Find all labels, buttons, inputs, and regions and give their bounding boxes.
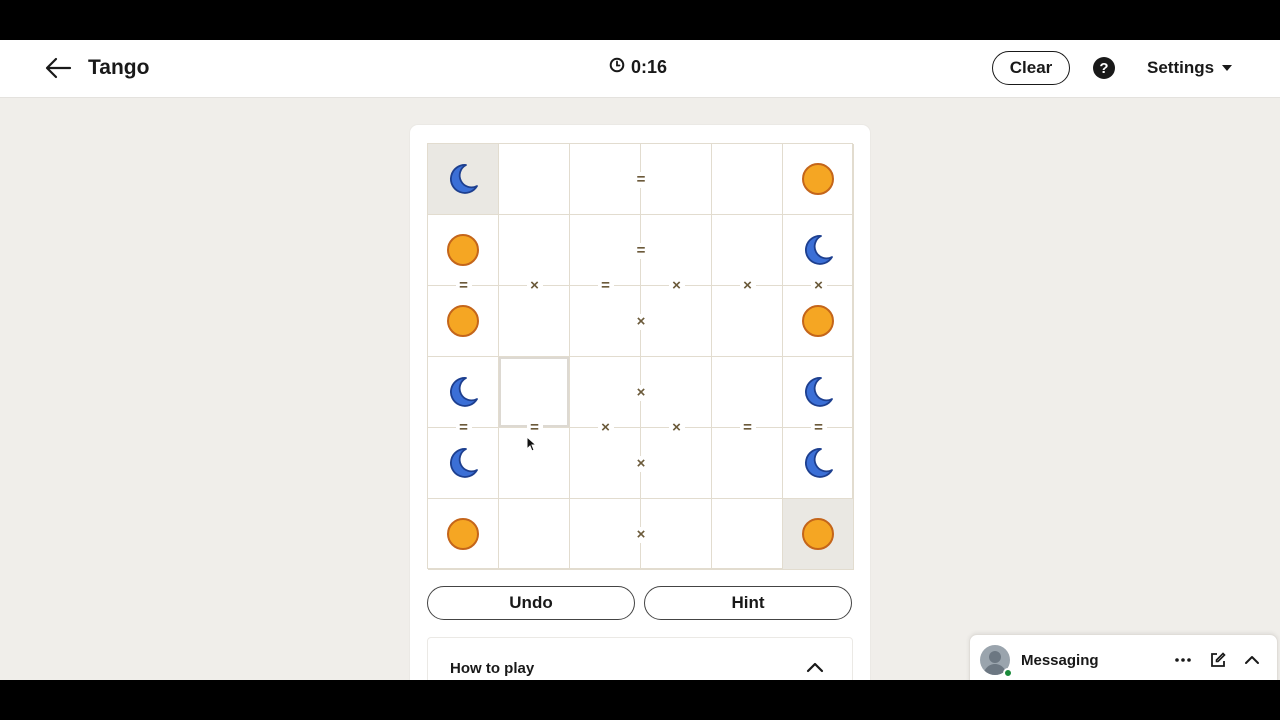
board-cell-r5-c4[interactable] (712, 499, 783, 570)
board-cell-r4-c1[interactable] (499, 428, 570, 499)
board-cell-r4-c3[interactable] (641, 428, 712, 499)
board-cell-r2-c1[interactable] (499, 286, 570, 357)
board-cell-r1-c1[interactable] (499, 215, 570, 286)
settings-label: Settings (1147, 58, 1215, 77)
equal-constraint: = (633, 171, 649, 188)
sun-icon (446, 233, 480, 267)
page-title: Tango (88, 56, 150, 79)
opposite-constraint: × (526, 278, 543, 294)
board-cell-r0-c1[interactable] (499, 144, 570, 215)
caret-down-icon (1222, 65, 1233, 71)
opposite-constraint: × (633, 384, 649, 401)
board-cell-r2-c4[interactable] (712, 286, 783, 357)
moon-icon (446, 162, 480, 196)
board-cell-r2-c3[interactable] (641, 286, 712, 357)
sun-icon (801, 304, 835, 338)
board-cell-r3-c5[interactable] (783, 357, 854, 428)
board-cell-r5-c2[interactable] (570, 499, 641, 570)
board-cell-r5-c1[interactable] (499, 499, 570, 570)
board-cell-r0-c3[interactable] (641, 144, 712, 215)
board-cell-r1-c2[interactable] (570, 215, 641, 286)
how-to-play-section[interactable]: How to play (427, 637, 853, 680)
opposite-constraint: × (633, 526, 649, 543)
board-cell-r5-c3[interactable] (641, 499, 712, 570)
board-cell-r4-c5[interactable] (783, 428, 854, 499)
board-cell-r5-c5[interactable] (783, 499, 854, 570)
board-cell-r1-c0[interactable] (428, 215, 499, 286)
timer: 0:16 (609, 57, 667, 78)
equal-constraint: = (739, 420, 756, 436)
board-cell-r3-c1[interactable] (499, 357, 570, 428)
board-cell-r2-c2[interactable] (570, 286, 641, 357)
equal-constraint: = (455, 420, 472, 436)
board-cell-r1-c3[interactable] (641, 215, 712, 286)
board-cell-r1-c4[interactable] (712, 215, 783, 286)
settings-menu[interactable]: Settings (1147, 58, 1233, 78)
equal-constraint: = (526, 420, 543, 436)
opposite-constraint: × (810, 278, 827, 294)
moon-icon (801, 375, 835, 409)
sun-icon (801, 517, 835, 551)
compose-icon[interactable] (1208, 650, 1228, 670)
board-cell-r4-c4[interactable] (712, 428, 783, 499)
equal-constraint: = (633, 242, 649, 259)
board-cell-r2-c5[interactable] (783, 286, 854, 357)
board-cell-r4-c2[interactable] (570, 428, 641, 499)
online-status-icon (1003, 668, 1013, 678)
board-cell-r0-c4[interactable] (712, 144, 783, 215)
clock-icon (609, 57, 625, 78)
top-bar: Tango 0:16 Clear ? Settings (0, 40, 1280, 98)
undo-button[interactable]: Undo (427, 586, 635, 620)
moon-icon (801, 233, 835, 267)
opposite-constraint: × (668, 278, 685, 294)
clear-button[interactable]: Clear (992, 51, 1070, 85)
opposite-constraint: × (633, 313, 649, 330)
app-viewport: Tango 0:16 Clear ? Settings = = × × × × = × = × × ×… (0, 40, 1280, 680)
sun-icon (446, 517, 480, 551)
board-cell-r0-c5[interactable] (783, 144, 854, 215)
messaging-bar[interactable]: Messaging (969, 634, 1278, 680)
sun-icon (801, 162, 835, 196)
how-to-play-label: How to play (450, 660, 535, 677)
board-cell-r0-c0[interactable] (428, 144, 499, 215)
chevron-up-icon[interactable] (806, 660, 824, 673)
board-cell-r3-c3[interactable] (641, 357, 712, 428)
opposite-constraint: × (597, 420, 614, 436)
help-icon[interactable]: ? (1093, 57, 1115, 79)
opposite-constraint: × (739, 278, 756, 294)
moon-icon (801, 446, 835, 480)
back-arrow-icon[interactable] (44, 56, 72, 80)
chevron-up-icon[interactable] (1242, 650, 1262, 670)
equal-constraint: = (597, 278, 614, 294)
board-cell-r3-c0[interactable] (428, 357, 499, 428)
board-cell-r5-c0[interactable] (428, 499, 499, 570)
opposite-constraint: × (668, 420, 685, 436)
board-cell-r3-c2[interactable] (570, 357, 641, 428)
moon-icon (446, 375, 480, 409)
board-cell-r3-c4[interactable] (712, 357, 783, 428)
messaging-label: Messaging (1021, 652, 1099, 669)
timer-value: 0:16 (631, 57, 668, 77)
tango-board: = = × × × × = × = × × × = = × × = = (427, 143, 854, 570)
moon-icon (446, 446, 480, 480)
hint-button[interactable]: Hint (644, 586, 852, 620)
game-panel: = = × × × × = × = × × × = = × × = = Undo Hint How to play (410, 125, 870, 680)
more-options-icon[interactable] (1173, 650, 1193, 670)
equal-constraint: = (810, 420, 827, 436)
opposite-constraint: × (633, 455, 649, 472)
board-cell-r0-c2[interactable] (570, 144, 641, 215)
board-cell-r4-c0[interactable] (428, 428, 499, 499)
board-cell-r2-c0[interactable] (428, 286, 499, 357)
equal-constraint: = (455, 278, 472, 294)
sun-icon (446, 304, 480, 338)
board-cell-r1-c5[interactable] (783, 215, 854, 286)
